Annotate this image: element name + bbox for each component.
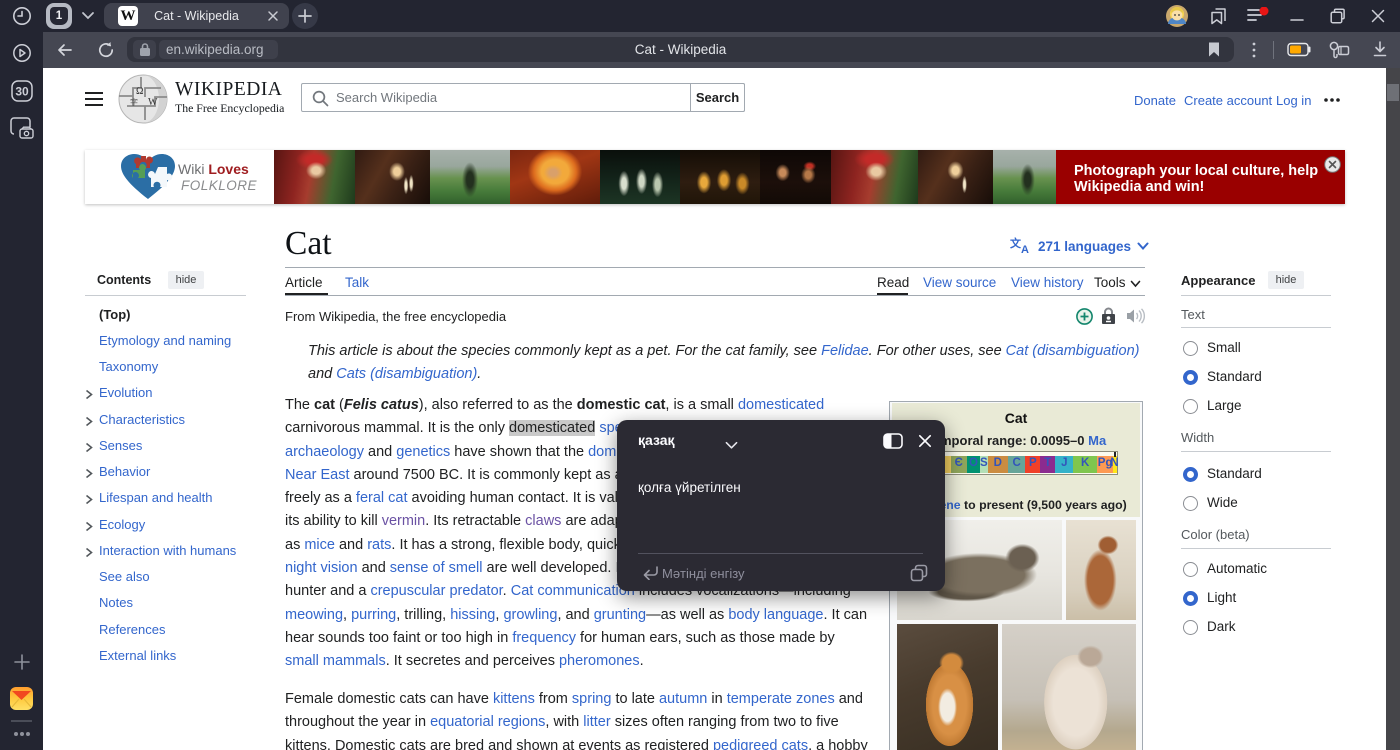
svg-text:W: W [148, 97, 158, 108]
svg-text:A: A [1021, 244, 1029, 254]
svg-text:30: 30 [15, 85, 29, 99]
svg-text:字: 字 [130, 97, 138, 107]
svg-text:Ω: Ω [136, 86, 143, 97]
